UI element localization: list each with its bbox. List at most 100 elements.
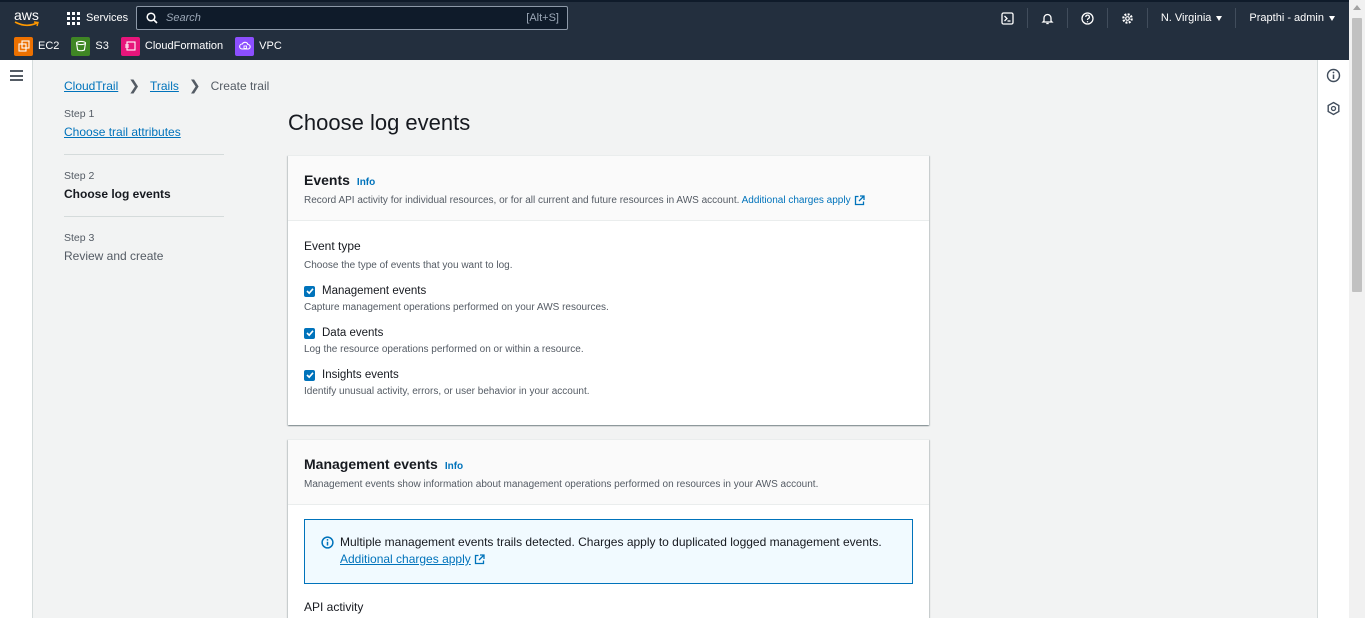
breadcrumb-trails[interactable]: Trails [150, 79, 179, 93]
account-menu[interactable]: Prapthi - admin [1236, 8, 1365, 28]
management-events-checkbox[interactable]: Management events [304, 285, 913, 297]
cloudshell-button[interactable] [988, 8, 1028, 28]
management-title: Management events [304, 456, 438, 472]
services-label: Services [86, 12, 129, 24]
wizard-step-1: Step 1 Choose trail attributes [64, 108, 224, 155]
checkbox-description: Capture management operations performed … [304, 302, 609, 313]
step-number: Step 3 [64, 232, 95, 244]
cloudformation-icon [120, 36, 140, 56]
scroll-up-arrow-icon[interactable] [1353, 5, 1361, 10]
card-title: Events Info [304, 172, 913, 188]
right-side-rail [1317, 60, 1349, 618]
feedback-panel-icon[interactable] [1326, 101, 1341, 116]
favorite-cloudformation[interactable]: CloudFormation [120, 36, 223, 56]
card-title: Management events Info [304, 456, 913, 472]
topbar-edge [0, 0, 1365, 2]
additional-charges-link[interactable]: Additional charges apply [742, 195, 865, 206]
checkbox-checked-icon[interactable] [304, 327, 315, 339]
checkbox-label: Data events [322, 327, 384, 339]
step-number: Step 1 [64, 108, 95, 120]
cloudshell-icon [1001, 11, 1014, 25]
event-type-description: Choose the type of events that you want … [304, 260, 513, 271]
external-link-icon [854, 195, 865, 206]
services-menu-button[interactable]: Services [67, 8, 128, 28]
search-box[interactable]: [Alt+S] [136, 6, 568, 30]
info-link[interactable]: Info [357, 177, 375, 188]
step-number: Step 2 [64, 170, 95, 182]
insights-events-checkbox[interactable]: Insights events [304, 369, 913, 381]
top-navigation: aws Services [Alt+S] [0, 0, 1365, 60]
alert-message: Multiple management events trails detect… [340, 535, 882, 549]
alert-charges-link[interactable]: Additional charges apply [340, 552, 485, 566]
search-icon [146, 12, 158, 24]
wizard-step-2: Step 2 Choose log events [64, 170, 224, 217]
favorite-label: S3 [95, 40, 109, 52]
settings-button[interactable] [1108, 8, 1148, 28]
management-description: Management events show information about… [304, 479, 819, 490]
step-label-current: Choose log events [64, 187, 171, 201]
hamburger-menu-icon[interactable] [10, 70, 23, 81]
events-card-body: Event type Choose the type of events tha… [288, 221, 929, 419]
info-link[interactable]: Info [445, 461, 463, 472]
event-type-label: Event type [304, 239, 361, 253]
vpc-icon [235, 36, 255, 56]
nav-right-group: N. Virginia Prapthi - admin [988, 8, 1365, 28]
checkbox-checked-icon[interactable] [304, 369, 315, 381]
aws-logo-text: aws [14, 7, 39, 23]
grid-icon [67, 11, 80, 25]
s3-icon [71, 36, 91, 56]
info-panel-icon[interactable] [1326, 68, 1341, 83]
chevron-right-icon: ❯ [128, 77, 140, 93]
external-link-icon [474, 554, 485, 565]
wizard-step-3: Step 3 Review and create [64, 232, 224, 278]
bell-icon [1041, 13, 1054, 24]
favorite-label: VPC [259, 40, 282, 52]
step-label-disabled: Review and create [64, 249, 164, 263]
aws-smile-icon [14, 21, 39, 27]
alert-charges-link-text: Additional charges apply [340, 552, 471, 566]
favorite-ec2[interactable]: EC2 [14, 36, 60, 56]
events-desc-text: Record API activity for individual resou… [304, 195, 740, 206]
checkbox-label: Insights events [322, 369, 399, 381]
favorite-vpc[interactable]: VPC [235, 36, 282, 56]
breadcrumb-cloudtrail[interactable]: CloudTrail [64, 79, 118, 93]
checkbox-checked-icon[interactable] [304, 285, 315, 297]
checkbox-description: Identify unusual activity, errors, or us… [304, 386, 590, 397]
events-card: Events Info Record API activity for indi… [288, 155, 929, 425]
account-label: Prapthi - admin [1249, 12, 1324, 24]
page-scrollbar[interactable] [1349, 0, 1365, 618]
api-activity-label: API activity [304, 600, 364, 614]
favorite-label: EC2 [38, 40, 60, 52]
checkbox-description: Log the resource operations performed on… [304, 344, 584, 355]
events-title: Events [304, 172, 350, 188]
info-alert: Multiple management events trails detect… [304, 519, 913, 584]
settings-icon [1122, 12, 1133, 24]
caret-down-icon [1216, 15, 1223, 21]
favorite-s3[interactable]: S3 [71, 36, 109, 56]
checkbox-label: Management events [322, 285, 427, 297]
breadcrumb: CloudTrail ❯ Trails ❯ Create trail [64, 77, 269, 94]
management-events-card: Management events Info Management events… [288, 439, 929, 618]
search-shortcut-hint: [Alt+S] [526, 12, 559, 24]
ec2-icon [14, 36, 33, 56]
scrollbar-thumb[interactable] [1352, 18, 1362, 292]
additional-charges-link-text: Additional charges apply [741, 195, 851, 206]
left-side-rail [0, 60, 33, 618]
step-link-choose-trail-attributes[interactable]: Choose trail attributes [64, 125, 224, 139]
events-description: Record API activity for individual resou… [304, 194, 913, 207]
favorites-bar: EC2 S3 CloudFormation VPC [14, 36, 294, 56]
breadcrumb-current: Create trail [210, 78, 270, 93]
help-icon [1081, 11, 1094, 25]
region-selector[interactable]: N. Virginia [1148, 8, 1237, 28]
chevron-right-icon: ❯ [188, 77, 201, 93]
search-input[interactable] [166, 12, 527, 24]
alert-content: Multiple management events trails detect… [340, 534, 882, 568]
events-card-header: Events Info Record API activity for indi… [288, 156, 929, 221]
aws-logo[interactable]: aws [14, 8, 42, 30]
page-title: Choose log events [288, 110, 471, 135]
data-events-checkbox[interactable]: Data events [304, 327, 913, 339]
region-label: N. Virginia [1160, 12, 1212, 24]
help-button[interactable] [1068, 8, 1108, 28]
notifications-button[interactable] [1028, 8, 1068, 28]
caret-down-icon [1329, 15, 1335, 21]
